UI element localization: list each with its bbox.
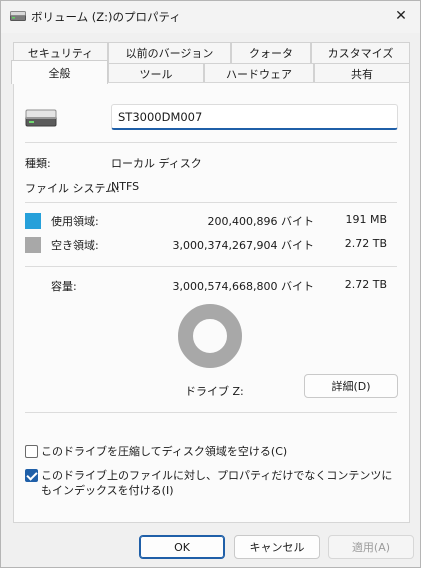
- drive-icon: [10, 11, 26, 21]
- used-space-label: 使用領域:: [51, 215, 99, 228]
- close-icon: ✕: [395, 8, 407, 24]
- filesystem-value: NTFS: [111, 180, 140, 193]
- used-space-swatch: [25, 213, 41, 229]
- capacity-label: 容量:: [51, 280, 77, 293]
- capacity-bytes: 3,000,574,668,800 バイト: [172, 280, 314, 293]
- window-title: ボリューム (Z:)のプロパティ: [31, 10, 181, 24]
- capacity-size: 2.72 TB: [344, 278, 387, 291]
- used-space-size: 191 MB: [345, 213, 387, 226]
- close-button[interactable]: ✕: [386, 1, 416, 31]
- compress-label[interactable]: このドライブを圧縮してディスク領域を空ける(C): [41, 444, 391, 459]
- free-space-bytes: 3,000,374,267,904 バイト: [172, 239, 314, 252]
- separator: [25, 142, 397, 143]
- tab-hardware[interactable]: ハードウェア: [204, 63, 314, 84]
- disk-usage-donut: [178, 304, 242, 368]
- tab-general[interactable]: 全般: [11, 60, 108, 84]
- used-space-bytes: 200,400,896 バイト: [207, 215, 314, 228]
- drive-letter-label: ドライブ Z:: [185, 385, 244, 398]
- separator: [25, 202, 397, 203]
- type-label: 種類:: [25, 157, 51, 170]
- filesystem-label: ファイル システム:: [25, 182, 120, 195]
- properties-window: ボリューム (Z:)のプロパティ ✕ セキュリティ 以前のバージョン クォータ …: [0, 0, 421, 568]
- free-space-size: 2.72 TB: [344, 237, 387, 250]
- cancel-button[interactable]: キャンセル: [234, 535, 320, 559]
- apply-button[interactable]: 適用(A): [328, 535, 414, 559]
- tab-customize[interactable]: カスタマイズ: [311, 42, 410, 63]
- type-value: ローカル ディスク: [111, 157, 202, 170]
- free-space-swatch: [25, 237, 41, 253]
- ok-button[interactable]: OK: [139, 535, 225, 559]
- tab-quota[interactable]: クォータ: [231, 42, 311, 63]
- index-checkbox[interactable]: [25, 469, 38, 482]
- separator: [25, 266, 397, 267]
- volume-name-input[interactable]: [111, 104, 398, 130]
- index-label[interactable]: このドライブ上のファイルに対し、プロパティだけでなくコンテンツにもインデックスを…: [41, 468, 393, 498]
- free-space-label: 空き領域:: [51, 239, 99, 252]
- title-bar[interactable]: ボリューム (Z:)のプロパティ ✕: [1, 1, 420, 33]
- separator: [25, 412, 397, 413]
- tab-previous-versions[interactable]: 以前のバージョン: [108, 42, 231, 63]
- tab-sharing[interactable]: 共有: [314, 63, 410, 84]
- hard-drive-icon: [25, 109, 57, 127]
- compress-checkbox[interactable]: [25, 445, 38, 458]
- details-button[interactable]: 詳細(D): [304, 374, 398, 398]
- tab-tools[interactable]: ツール: [108, 63, 204, 84]
